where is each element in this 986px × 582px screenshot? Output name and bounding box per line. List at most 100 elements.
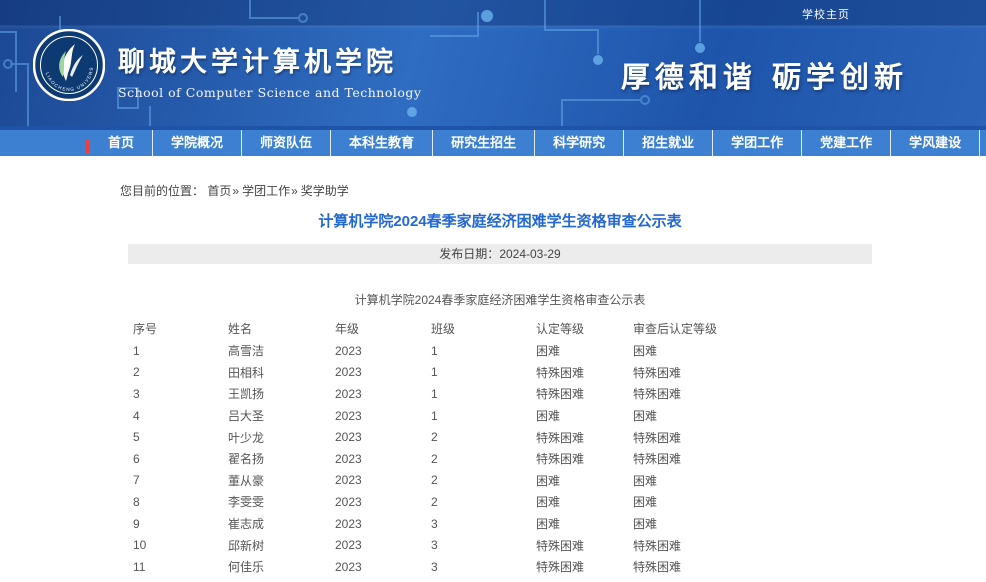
nav-item-9[interactable]: 党建工作 <box>802 130 891 156</box>
table-cell: 1 <box>431 383 536 405</box>
table-cell: 特殊困难 <box>536 534 633 556</box>
breadcrumb-link-2[interactable]: 学团工作 <box>242 184 290 198</box>
table-cell: 困难 <box>536 491 633 513</box>
table-cell: 2023 <box>335 383 431 405</box>
table-cell: 困难 <box>536 340 633 362</box>
university-logo[interactable]: LIAOCHENG UNIVERSITY <box>33 29 105 101</box>
table-cell: 2 <box>431 491 536 513</box>
table-cell: 2023 <box>335 491 431 513</box>
nav-item-10[interactable]: 学风建设 <box>891 130 980 156</box>
table-row: 3王凯扬20231特殊困难特殊困难 <box>133 383 868 405</box>
table-cell: 特殊困难 <box>536 383 633 405</box>
table-cell: 特殊困难 <box>633 362 868 384</box>
table-head: 序号姓名年级班级认定等级审查后认定等级 <box>133 317 868 340</box>
table-cell: 2023 <box>335 513 431 535</box>
table-cell: 2023 <box>335 534 431 556</box>
table-cell: 董从豪 <box>228 470 335 492</box>
table-cell: 崔志成 <box>228 513 335 535</box>
column-header-3: 年级 <box>335 317 431 340</box>
header-row: 序号姓名年级班级认定等级审查后认定等级 <box>133 317 868 340</box>
breadcrumb-link-1[interactable]: 首页 <box>207 184 231 198</box>
table-cell: 3 <box>431 578 536 582</box>
student-roster-table: 序号姓名年级班级认定等级审查后认定等级 1高雪洁20231困难困难2田相科202… <box>133 317 868 582</box>
table-cell: 邱新树 <box>228 534 335 556</box>
nav-red-tick-decoration <box>86 140 89 153</box>
header-banner: 学校主页 LIAOCHENG UNIVERSITY 聊城大学计算机学院 Scho… <box>0 0 986 126</box>
nav-item-3[interactable]: 师资队伍 <box>242 130 331 156</box>
nav-item-8[interactable]: 学团工作 <box>713 130 802 156</box>
column-header-6: 审查后认定等级 <box>633 317 868 340</box>
nav-item-4[interactable]: 本科生教育 <box>331 130 433 156</box>
table-cell: 2 <box>431 470 536 492</box>
publish-date-value: 2024-03-29 <box>499 247 560 261</box>
table-cell: 困难 <box>633 578 868 582</box>
nav-item-5[interactable]: 研究生招生 <box>433 130 535 156</box>
table-cell: 王凯扬 <box>228 383 335 405</box>
table-cell: 何佳乐 <box>228 556 335 578</box>
table-cell: 2023 <box>335 556 431 578</box>
table-cell: 叶少龙 <box>228 426 335 448</box>
table-cell: 特殊困难 <box>633 556 868 578</box>
breadcrumb: 您目前的位置： 首页»学团工作»奖学助学 <box>120 182 986 199</box>
nav-item-2[interactable]: 学院概况 <box>153 130 242 156</box>
publish-date-label: 发布日期： <box>439 247 499 261</box>
table-row: 9崔志成20233困难困难 <box>133 513 868 535</box>
table-row: 12袁峻蕾20233困难困难 <box>133 578 868 582</box>
table-cell: 特殊困难 <box>633 426 868 448</box>
table-cell: 困难 <box>536 578 633 582</box>
publish-date-bar: 发布日期：2024-03-29 <box>128 244 872 264</box>
column-header-5: 认定等级 <box>536 317 633 340</box>
table-cell: 特殊困难 <box>536 556 633 578</box>
table-cell: 特殊困难 <box>633 383 868 405</box>
table-cell: 3 <box>133 383 228 405</box>
table-cell: 11 <box>133 556 228 578</box>
table-cell: 特殊困难 <box>633 534 868 556</box>
table-cell: 吕大圣 <box>228 405 335 427</box>
nav-item-6[interactable]: 科学研究 <box>535 130 624 156</box>
brand-block: 聊城大学计算机学院 School of Computer Science and… <box>118 40 421 100</box>
breadcrumb-separator: » <box>291 184 298 198</box>
table-caption: 计算机学院2024春季家庭经济困难学生资格审查公示表 <box>128 291 872 308</box>
table-row: 6翟名扬20232特殊困难特殊困难 <box>133 448 868 470</box>
table-cell: 1 <box>431 405 536 427</box>
nav-item-7[interactable]: 招生就业 <box>624 130 713 156</box>
table-cell: 困难 <box>633 470 868 492</box>
table-cell: 翟名扬 <box>228 448 335 470</box>
table-cell: 田相科 <box>228 362 335 384</box>
breadcrumb-path: 首页»学团工作»奖学助学 <box>207 184 348 198</box>
table-cell: 8 <box>133 491 228 513</box>
breadcrumb-separator: » <box>232 184 239 198</box>
school-homepage-link[interactable]: 学校主页 <box>802 6 850 22</box>
table-row: 11何佳乐20233特殊困难特殊困难 <box>133 556 868 578</box>
table-cell: 2023 <box>335 340 431 362</box>
table-cell: 困难 <box>633 405 868 427</box>
table-cell: 5 <box>133 426 228 448</box>
table-cell: 高雪洁 <box>228 340 335 362</box>
table-cell: 2023 <box>335 426 431 448</box>
column-header-1: 序号 <box>133 317 228 340</box>
slogan-text: 厚德和谐 砺学创新 <box>621 54 908 96</box>
breadcrumb-link-3[interactable]: 奖学助学 <box>301 184 349 198</box>
table-cell: 6 <box>133 448 228 470</box>
table-row: 8李雯雯20232困难困难 <box>133 491 868 513</box>
table-cell: 7 <box>133 470 228 492</box>
table-cell: 3 <box>431 534 536 556</box>
table-cell: 2023 <box>335 470 431 492</box>
table-cell: 困难 <box>536 470 633 492</box>
table-cell: 12 <box>133 578 228 582</box>
table-cell: 9 <box>133 513 228 535</box>
nav-item-1[interactable]: 首页 <box>90 130 153 156</box>
table-cell: 1 <box>431 340 536 362</box>
table-cell: 3 <box>431 556 536 578</box>
content-area: 您目前的位置： 首页»学团工作»奖学助学 计算机学院2024春季家庭经济困难学生… <box>0 182 986 582</box>
table-cell: 2023 <box>335 362 431 384</box>
table-cell: 李雯雯 <box>228 491 335 513</box>
table-cell: 特殊困难 <box>536 426 633 448</box>
table-body: 1高雪洁20231困难困难2田相科20231特殊困难特殊困难3王凯扬20231特… <box>133 340 868 582</box>
table-row: 5叶少龙20232特殊困难特殊困难 <box>133 426 868 448</box>
table-cell: 困难 <box>633 491 868 513</box>
table-cell: 困难 <box>536 513 633 535</box>
org-title: 聊城大学计算机学院 <box>118 40 421 79</box>
table-cell: 2023 <box>335 578 431 582</box>
table-cell: 2023 <box>335 405 431 427</box>
